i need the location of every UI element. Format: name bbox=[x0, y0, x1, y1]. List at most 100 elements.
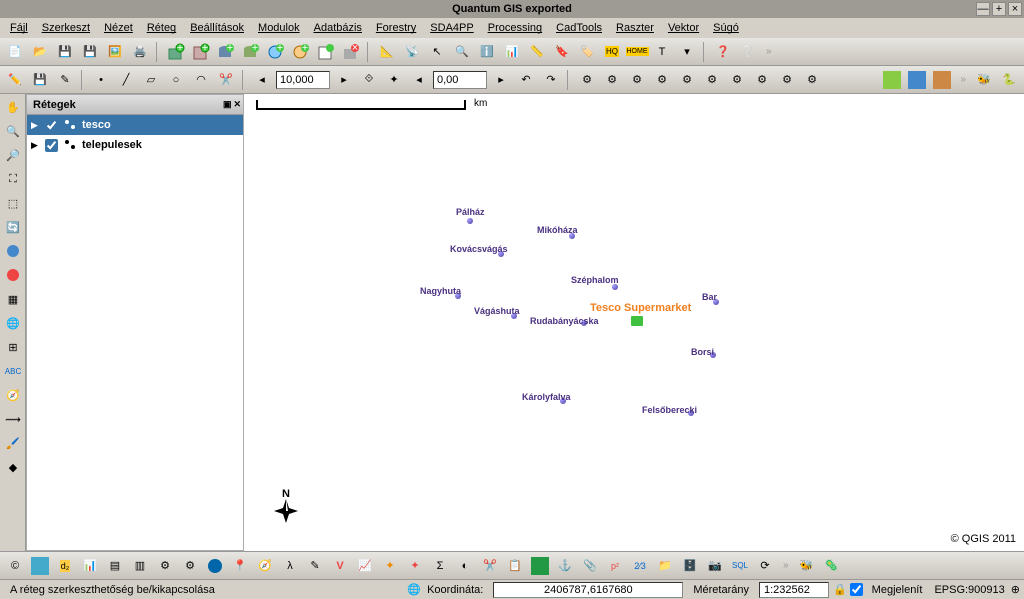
bt13-icon[interactable]: ✎ bbox=[304, 555, 326, 577]
layer-item-telepulesek[interactable]: ▶ telepulesek bbox=[27, 135, 243, 155]
spin1-up[interactable]: ▸ bbox=[333, 69, 355, 91]
bt3-icon[interactable]: d₂ bbox=[54, 555, 76, 577]
gear9-icon[interactable]: ⚙ bbox=[776, 69, 798, 91]
render-checkbox[interactable] bbox=[850, 583, 863, 596]
add-postgis-icon[interactable]: + bbox=[215, 41, 237, 63]
gear3-icon[interactable]: ⚙ bbox=[626, 69, 648, 91]
gear4-icon[interactable]: ⚙ bbox=[651, 69, 673, 91]
zoom-in-icon[interactable]: 🔍 bbox=[2, 120, 24, 142]
bt33-icon[interactable]: 🦠 bbox=[821, 555, 843, 577]
gear6-icon[interactable]: ⚙ bbox=[701, 69, 723, 91]
bt12-icon[interactable]: λ bbox=[279, 555, 301, 577]
bt2-icon[interactable] bbox=[29, 555, 51, 577]
redo-icon[interactable]: ↷ bbox=[540, 69, 562, 91]
bt25-icon[interactable]: p² bbox=[604, 555, 626, 577]
bt7-icon[interactable]: ⚙ bbox=[154, 555, 176, 577]
cad-line-icon[interactable]: ╱ bbox=[115, 69, 137, 91]
menu-help[interactable]: Súgó bbox=[707, 20, 745, 36]
bt9-icon[interactable] bbox=[204, 555, 226, 577]
attribute-table-icon[interactable]: 📊 bbox=[501, 41, 523, 63]
bt22-icon[interactable] bbox=[529, 555, 551, 577]
gps-icon[interactable]: 📡 bbox=[401, 41, 423, 63]
plugin1-icon[interactable] bbox=[881, 69, 903, 91]
add-red-icon[interactable] bbox=[2, 264, 24, 286]
layer-checkbox[interactable] bbox=[45, 119, 58, 132]
bt27-icon[interactable]: 📁 bbox=[654, 555, 676, 577]
edit-mode-icon[interactable]: ✎ bbox=[54, 69, 76, 91]
bt11-icon[interactable]: 🧭 bbox=[254, 555, 276, 577]
home-icon[interactable]: HOME bbox=[626, 41, 648, 63]
add-spatialite-icon[interactable]: + bbox=[240, 41, 262, 63]
add-raster-icon[interactable]: + bbox=[190, 41, 212, 63]
coord-input[interactable] bbox=[493, 582, 683, 598]
maximize-button[interactable]: + bbox=[992, 2, 1006, 16]
menu-raster[interactable]: Raszter bbox=[610, 20, 660, 36]
crs-icon[interactable]: 🌐 bbox=[407, 583, 421, 596]
toolbar-expand[interactable]: » bbox=[762, 46, 776, 57]
spin2-up[interactable]: ▸ bbox=[490, 69, 512, 91]
edit-toggle-icon[interactable]: ✏️ bbox=[4, 69, 26, 91]
new-project-icon[interactable]: 📄 bbox=[4, 41, 26, 63]
bt4-icon[interactable]: 📊 bbox=[79, 555, 101, 577]
grid-icon[interactable]: ⊞ bbox=[2, 336, 24, 358]
close-button[interactable]: × bbox=[1008, 2, 1022, 16]
menu-file[interactable]: Fájl bbox=[4, 20, 34, 36]
zoom-selection-icon[interactable]: ⬚ bbox=[2, 192, 24, 214]
gear2-icon[interactable]: ⚙ bbox=[601, 69, 623, 91]
bt20-icon[interactable]: ✂️ bbox=[479, 555, 501, 577]
minimize-button[interactable]: — bbox=[976, 2, 990, 16]
gear10-icon[interactable]: ⚙ bbox=[801, 69, 823, 91]
whatsthis-icon[interactable]: ❔ bbox=[737, 41, 759, 63]
expand-icon[interactable]: ▶ bbox=[31, 140, 41, 151]
bt18-icon[interactable]: Σ bbox=[429, 555, 451, 577]
save-edits-icon[interactable]: 💾 bbox=[29, 69, 51, 91]
bt10-icon[interactable]: 📍 bbox=[229, 555, 251, 577]
lock-icon[interactable]: 🔒 bbox=[833, 583, 847, 596]
select-icon[interactable]: ↖ bbox=[426, 41, 448, 63]
menu-database[interactable]: Adatbázis bbox=[308, 20, 368, 36]
zoom-full-icon[interactable]: ⛶ bbox=[2, 168, 24, 190]
bottom-expand[interactable]: » bbox=[779, 560, 793, 571]
new-vector-icon[interactable]: 📐 bbox=[376, 41, 398, 63]
add-wms-icon[interactable]: + bbox=[265, 41, 287, 63]
bt26-icon[interactable]: 2⁄3 bbox=[629, 555, 651, 577]
menu-view[interactable]: Nézet bbox=[98, 20, 139, 36]
bt8-icon[interactable]: ⚙ bbox=[179, 555, 201, 577]
menu-edit[interactable]: Szerkeszt bbox=[36, 20, 96, 36]
zoom-out-icon[interactable]: 🔎 bbox=[2, 144, 24, 166]
save-project-icon[interactable]: 💾 bbox=[54, 41, 76, 63]
toolbar2-expand[interactable]: » bbox=[956, 74, 970, 85]
menu-sda4pp[interactable]: SDA4PP bbox=[424, 20, 479, 36]
save-as-icon[interactable]: 💾 bbox=[79, 41, 101, 63]
bee-icon[interactable]: 🐝 bbox=[973, 69, 995, 91]
layer-item-tesco[interactable]: ▶ tesco bbox=[27, 115, 243, 135]
bt32-icon[interactable]: 🐝 bbox=[796, 555, 818, 577]
gear5-icon[interactable]: ⚙ bbox=[676, 69, 698, 91]
menu-modules[interactable]: Modulok bbox=[252, 20, 306, 36]
layers-close-icon[interactable]: ✕ bbox=[233, 99, 241, 110]
gear8-icon[interactable]: ⚙ bbox=[751, 69, 773, 91]
print-icon[interactable]: 🖨️ bbox=[129, 41, 151, 63]
remove-layer-icon[interactable]: × bbox=[340, 41, 362, 63]
layers-dock-icon[interactable]: ▣ bbox=[223, 99, 232, 110]
cad-point-icon[interactable]: • bbox=[90, 69, 112, 91]
cad-arc-icon[interactable]: ◠ bbox=[190, 69, 212, 91]
layer-checkbox[interactable] bbox=[45, 139, 58, 152]
menu-vector[interactable]: Vektor bbox=[662, 20, 705, 36]
topology-icon[interactable]: ⟐ bbox=[358, 69, 380, 91]
path-icon[interactable]: ⟿ bbox=[2, 408, 24, 430]
globe-icon[interactable]: 🌐 bbox=[2, 312, 24, 334]
bt1-icon[interactable]: © bbox=[4, 555, 26, 577]
cad-polygon-icon[interactable]: ▱ bbox=[140, 69, 162, 91]
add-wfs-icon[interactable]: + bbox=[290, 41, 312, 63]
bt17-icon[interactable]: ✦ bbox=[404, 555, 426, 577]
measure-icon[interactable]: 📏 bbox=[526, 41, 548, 63]
misc-icon[interactable]: ◆ bbox=[2, 456, 24, 478]
abc-icon[interactable]: ABC bbox=[2, 360, 24, 382]
offset-input[interactable] bbox=[276, 71, 330, 89]
bt5-icon[interactable]: ▤ bbox=[104, 555, 126, 577]
menu-cadtools[interactable]: CadTools bbox=[550, 20, 608, 36]
bt30-icon[interactable]: SQL bbox=[729, 555, 751, 577]
expand-icon[interactable]: ▶ bbox=[31, 120, 41, 131]
scale-input[interactable] bbox=[759, 582, 829, 598]
